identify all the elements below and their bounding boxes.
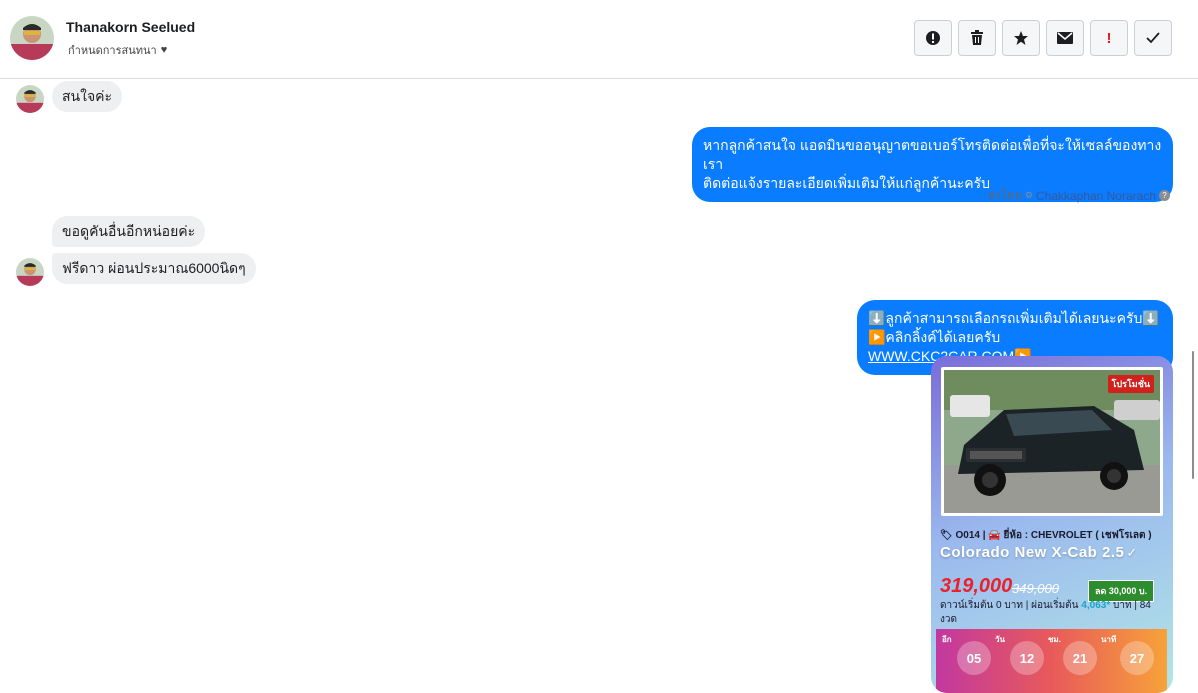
avatar[interactable] [16, 85, 44, 113]
finance-terms: ดาวน์เริ่มต้น 0 บาท | ผ่อนเริ่มต้น 4,063… [940, 599, 1168, 627]
star-icon[interactable] [1002, 20, 1040, 56]
incoming-message[interactable]: สนใจค่ะ [52, 81, 123, 112]
trash-icon[interactable] [958, 20, 996, 56]
countdown-label: วัน [995, 635, 1005, 644]
sender-name[interactable]: Chakkaphan Norarach [1036, 189, 1156, 203]
sent-by-label: ส่งโดย [987, 188, 1022, 202]
message-line: ⬇️ลูกค้าสามารถเลือกรถเพิ่มเติมได้เลยนะคร… [868, 310, 1160, 326]
checkmark-icon[interactable] [1134, 20, 1172, 56]
promo-badge: โปรโมชั่น [1107, 375, 1154, 393]
countdown-value: 12 [1010, 641, 1044, 675]
countdown-banner: อีก 05 วัน 12 ชม. 21 นาที 27 [936, 629, 1167, 693]
car-price: 319,000 [940, 575, 1013, 597]
car-old-price: 349,000 [1012, 581, 1059, 596]
car-title-text: Colorado New X-Cab 2.5 [940, 544, 1125, 561]
toolbar: ! [914, 20, 1172, 56]
sent-by: ส่งโดย ⚙ Chakkaphan Norarach ? [987, 186, 1170, 205]
countdown-value: 27 [1120, 641, 1154, 675]
scrollbar[interactable] [1192, 351, 1194, 479]
message-line: หากลูกค้าสนใจ แอดมินขออนุญาตขอเบอร์โทรติ… [703, 137, 1162, 172]
incoming-message[interactable]: ขอดูคันอื่นอีกหน่อยค่ะ [52, 216, 206, 247]
conversation-header: Thanakorn Seelued กำหนดการสนทนา ♥ ! [0, 0, 1198, 79]
countdown-value: 21 [1063, 641, 1097, 675]
conversation-label[interactable]: กำหนดการสนทนา ♥ [68, 41, 167, 59]
terms-text: ดาวน์เริ่มต้น 0 บาท | ผ่อนเริ่มต้น [940, 600, 1082, 611]
product-card-image[interactable]: โปรโมชั่น 🏷 O014 | 🚘 ยี่ห้อ : CHEVROLET … [931, 356, 1173, 693]
conversation-label-text: กำหนดการสนทนา [68, 45, 157, 57]
countdown-label: นาที [1101, 635, 1117, 644]
envelope-icon[interactable] [1046, 20, 1084, 56]
avatar[interactable] [16, 258, 44, 286]
gear-icon: ⚙ [1024, 190, 1033, 200]
help-icon[interactable]: ? [1159, 190, 1170, 201]
car-title: Colorado New X-Cab 2.5 ✓ [940, 544, 1138, 561]
important-icon[interactable]: ! [1090, 20, 1128, 56]
car-meta: 🏷 O014 | 🚘 ยี่ห้อ : CHEVROLET ( เชฟโรเลต… [940, 530, 1152, 541]
message-thread: สนใจค่ะ หากลูกค้าสนใจ แอดมินขออนุญาตขอเบ… [0, 79, 1198, 693]
heart-icon: ♥ [160, 44, 168, 56]
contact-name[interactable]: Thanakorn Seelued [66, 19, 195, 35]
message-text: ▶️คลิกลิ้งค์ได้เลยครับ [868, 329, 1001, 345]
avatar[interactable] [10, 16, 54, 60]
car-photo: โปรโมชั่น [941, 367, 1163, 516]
countdown-label: อีก [942, 635, 952, 644]
countdown-label: ชม. [1048, 635, 1061, 644]
incoming-message[interactable]: ฟรีดาว ผ่อนประมาณ6000นิดๆ [52, 253, 256, 284]
exclamation-circle-icon[interactable] [914, 20, 952, 56]
countdown-value: 05 [957, 641, 991, 675]
monthly-amount: 4,063* [1081, 600, 1111, 611]
verified-icon: ✓ [1126, 545, 1138, 560]
